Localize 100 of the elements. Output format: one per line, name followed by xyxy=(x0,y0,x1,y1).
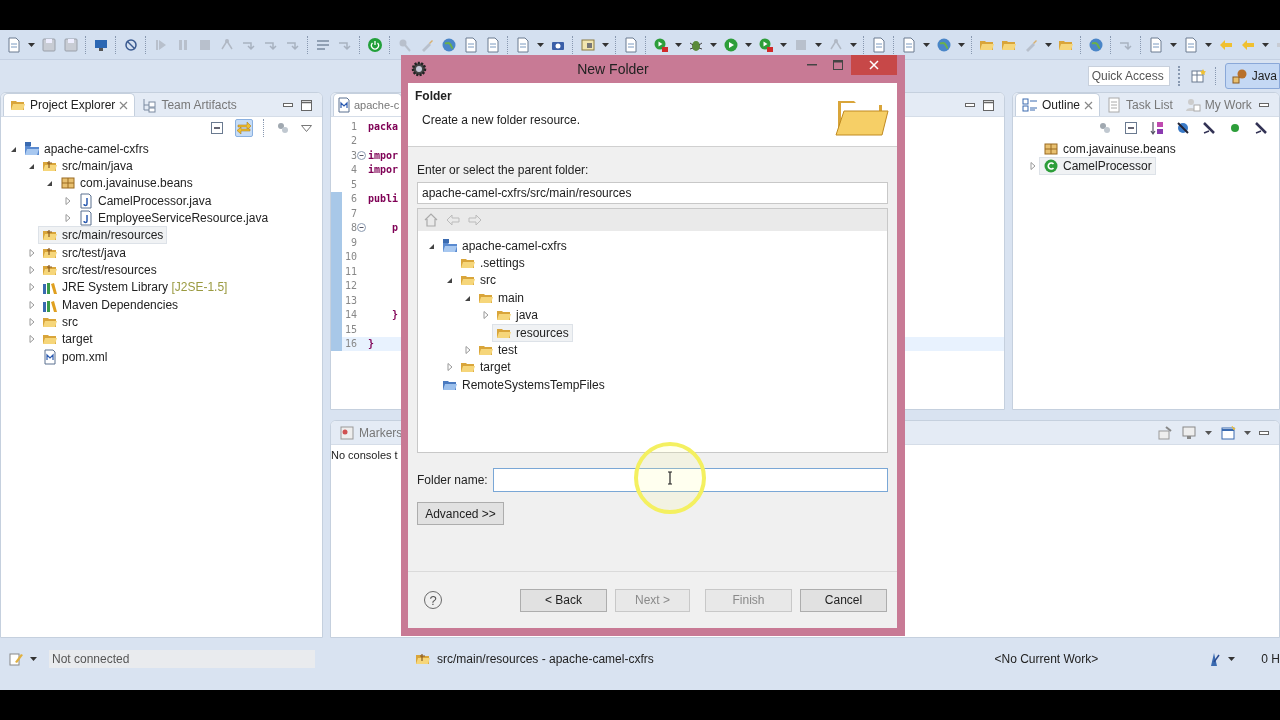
document-icon[interactable] xyxy=(1183,36,1199,53)
tab[interactable]: Team Artifacts xyxy=(135,94,243,116)
maximize-icon[interactable] xyxy=(833,60,843,70)
current-work-status[interactable]: <No Current Work> xyxy=(994,651,1099,666)
caret-icon[interactable] xyxy=(675,42,682,47)
back-arrow-icon[interactable] xyxy=(445,212,461,228)
tree-item[interactable]: Maven Dependencies xyxy=(38,295,183,314)
caret-icon[interactable] xyxy=(1205,42,1212,47)
sort-icon[interactable] xyxy=(1149,120,1165,136)
tree-item[interactable]: test xyxy=(474,341,522,360)
caret-icon[interactable] xyxy=(602,42,609,47)
document-icon[interactable] xyxy=(1148,36,1164,53)
tree-item[interactable]: apache-camel-cxfrs xyxy=(438,236,571,255)
minimize-icon[interactable] xyxy=(1259,430,1269,436)
caret-icon[interactable] xyxy=(1045,42,1052,47)
monitor-icon[interactable] xyxy=(1181,425,1197,441)
perspective-icon[interactable] xyxy=(1190,68,1207,84)
tree-item[interactable]: target xyxy=(38,330,97,349)
run-icon[interactable] xyxy=(653,36,669,53)
minimize-icon[interactable] xyxy=(965,102,975,108)
filter-icon[interactable] xyxy=(275,120,291,136)
run-icon[interactable] xyxy=(723,36,739,53)
document-icon[interactable] xyxy=(623,36,639,53)
minimize-icon[interactable] xyxy=(283,102,293,108)
fold-minus-icon[interactable] xyxy=(357,223,366,233)
home-icon[interactable] xyxy=(423,212,439,228)
tab[interactable]: Task List xyxy=(1100,94,1179,116)
save-icon[interactable] xyxy=(41,36,57,53)
caret-icon[interactable] xyxy=(745,42,752,47)
tab[interactable]: Project Explorer xyxy=(3,93,136,116)
collapse-all-icon[interactable] xyxy=(1123,120,1139,136)
parent-folder-field[interactable]: apache-camel-cxfrs/src/main/resources xyxy=(417,182,888,204)
save-icon[interactable] xyxy=(63,36,79,53)
document-icon[interactable] xyxy=(6,36,22,53)
document-icon[interactable] xyxy=(463,36,479,53)
document-icon[interactable] xyxy=(515,36,531,53)
edit-icon[interactable] xyxy=(8,650,24,667)
tree-item[interactable]: src xyxy=(456,271,500,290)
close-icon[interactable] xyxy=(119,100,129,110)
tree-item[interactable]: pom.xml xyxy=(38,347,112,366)
maximize-icon[interactable] xyxy=(983,99,994,111)
caret-icon[interactable] xyxy=(710,42,717,47)
caret-icon[interactable] xyxy=(923,42,930,47)
caret-icon[interactable] xyxy=(1228,656,1236,661)
caret-icon[interactable] xyxy=(1170,42,1177,47)
dialog-button[interactable]: < Back xyxy=(520,588,607,612)
hide-fields-icon[interactable] xyxy=(1175,120,1191,136)
folder-name-field[interactable] xyxy=(492,468,888,492)
run-icon[interactable] xyxy=(758,36,774,53)
tree-item[interactable]: CamelProcessor xyxy=(1039,157,1156,175)
caret-icon[interactable] xyxy=(1244,431,1251,435)
tree-item[interactable]: CamelProcessor.java xyxy=(74,191,216,210)
tab[interactable]: My Work xyxy=(1178,94,1258,116)
caret-icon[interactable] xyxy=(1262,42,1269,47)
power-icon[interactable] xyxy=(367,36,383,53)
tree-item[interactable]: RemoteSystemsTempFiles xyxy=(438,375,609,394)
caret-icon[interactable] xyxy=(1205,431,1212,435)
link-arrows-icon[interactable] xyxy=(235,119,253,137)
collapse-all-icon[interactable] xyxy=(209,120,225,136)
tree-item[interactable]: main xyxy=(474,288,528,307)
tree-item[interactable]: resources xyxy=(492,323,573,342)
advanced-button[interactable]: Advanced >> xyxy=(417,502,504,525)
caret-icon[interactable] xyxy=(958,42,965,47)
tree-item[interactable]: src/test/resources xyxy=(38,260,161,279)
dialog-button[interactable]: Cancel xyxy=(800,588,887,612)
panel-icon[interactable] xyxy=(580,36,596,53)
document-icon[interactable] xyxy=(901,36,917,53)
globe-icon[interactable] xyxy=(441,36,457,53)
pin-icon[interactable] xyxy=(1157,425,1173,441)
tab[interactable]: Outline xyxy=(1015,93,1101,116)
caret-icon[interactable] xyxy=(815,42,822,47)
tree-item[interactable]: JRE System Library [J2SE-1.5] xyxy=(38,278,232,297)
fold-minus-icon[interactable] xyxy=(357,150,366,160)
tree-item[interactable]: src/main/resources xyxy=(38,226,168,245)
filter-icon[interactable] xyxy=(1097,120,1113,136)
tree-item[interactable]: java xyxy=(492,306,542,325)
tree-item[interactable]: src/test/java xyxy=(38,243,131,262)
document-icon[interactable] xyxy=(485,36,501,53)
close-button[interactable] xyxy=(851,55,897,75)
maximize-icon[interactable] xyxy=(301,99,312,111)
tree-item[interactable]: com.javainuse.beans xyxy=(56,174,197,193)
caret-icon[interactable] xyxy=(537,42,544,47)
globe-icon[interactable] xyxy=(1088,36,1104,53)
tab[interactable]: Markers xyxy=(333,422,409,444)
minimize-icon[interactable] xyxy=(1259,102,1269,108)
globe-icon[interactable] xyxy=(936,36,952,53)
no-sign-icon[interactable] xyxy=(123,36,139,53)
perspective-button[interactable]: Java xyxy=(1224,63,1280,89)
caret-icon[interactable] xyxy=(780,42,787,47)
document-icon[interactable] xyxy=(871,36,887,53)
new-window-icon[interactable] xyxy=(1220,425,1236,441)
view-menu-icon[interactable] xyxy=(301,124,312,132)
tree-item[interactable]: src xyxy=(38,312,82,331)
tree-item[interactable]: com.javainuse.beans xyxy=(1039,139,1180,158)
editor-tab[interactable]: apache-c xyxy=(333,93,403,116)
caret-icon[interactable] xyxy=(850,42,857,47)
tree-item[interactable]: target xyxy=(456,358,515,377)
tree-item[interactable]: .settings xyxy=(456,254,529,273)
caret-icon[interactable] xyxy=(28,42,35,47)
close-icon[interactable] xyxy=(1084,100,1094,110)
